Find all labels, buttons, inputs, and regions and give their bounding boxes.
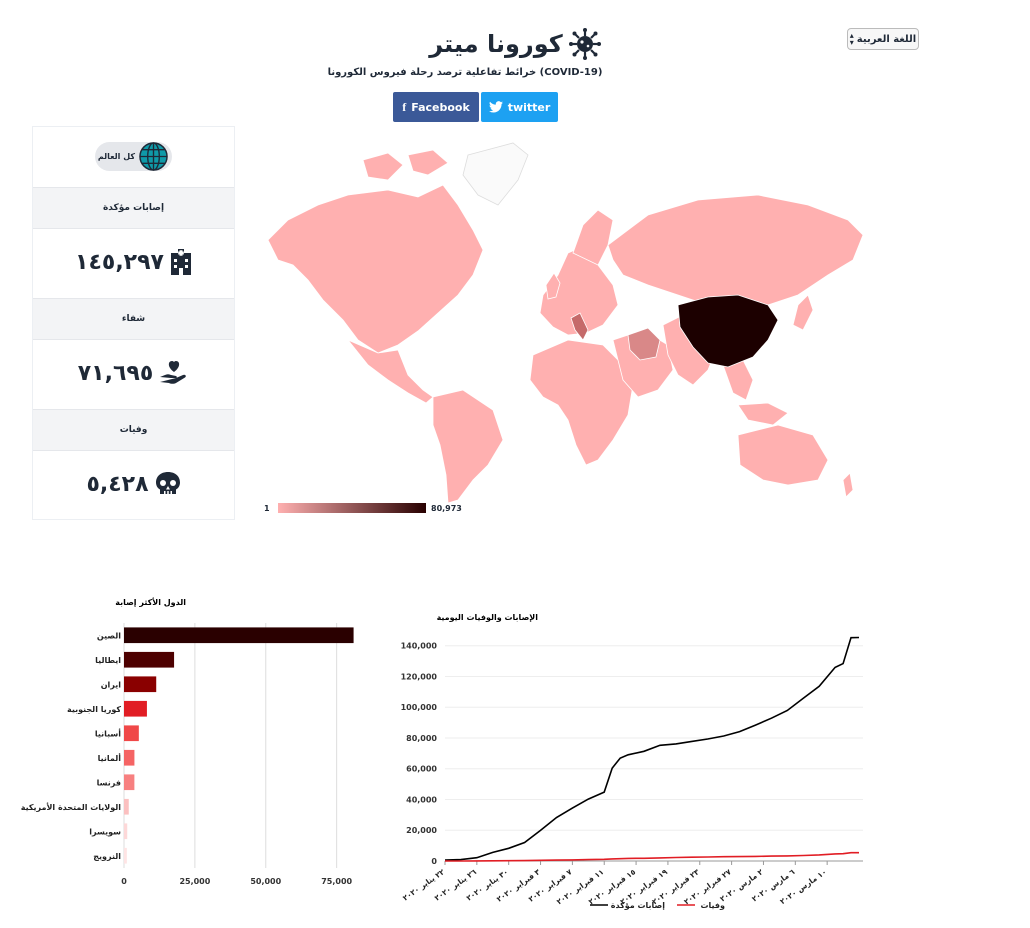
confirmed-stat: ١٤٥,٢٩٧	[33, 227, 234, 297]
facebook-button-label: Facebook	[411, 100, 470, 114]
bar-category-label: أسبانيا	[95, 728, 121, 738]
bar-x-tick-label: 50,000	[250, 877, 281, 886]
recovered-stat: ٧١,٦٩٥	[33, 338, 234, 408]
sort-arrows-icon: ▴ ▾	[849, 31, 854, 47]
bar[interactable]	[124, 774, 135, 791]
recovered-label: شفاء	[121, 314, 146, 324]
map-north-america	[268, 184, 484, 354]
line-y-tick-label: 60,000	[406, 765, 437, 774]
bar[interactable]	[124, 725, 139, 742]
line-y-tick-label: 40,000	[406, 795, 437, 804]
bar-category-label: ألمانيا	[98, 753, 122, 763]
bar-category-label: الصين	[97, 631, 121, 640]
line-y-tick-label: 140,000	[401, 642, 438, 651]
skull-icon	[155, 472, 180, 494]
line-y-tick-label: 80,000	[406, 734, 437, 743]
line-chart-title: الإصابات والوفيات اليومية	[437, 613, 539, 622]
world-map[interactable]	[268, 135, 863, 505]
facebook-share-button[interactable]: f Facebook	[393, 92, 479, 122]
page-title-wrap: كورونا ميتر	[330, 28, 700, 60]
map-japan	[792, 294, 814, 331]
bar-x-tick-label: 25,000	[179, 877, 210, 886]
line-series[interactable]	[444, 636, 860, 861]
twitter-icon	[488, 101, 503, 113]
facebook-icon: f	[402, 99, 407, 114]
map-south-america	[432, 389, 504, 504]
map-new-zealand	[842, 472, 854, 498]
bar-category-label: كوريا الجنوبية	[67, 705, 121, 714]
top-countries-bar-chart: الدول الأكثر إصابة 0 25,000 50,000 75,000 الص…	[21, 597, 354, 886]
bar-category-label: الولايات المتحدة الأمريكية	[21, 802, 121, 812]
bar-category-label: ايران	[101, 680, 122, 689]
confirmed-label: إصابات مؤكدة	[102, 203, 165, 213]
scope-label: كل العالم	[97, 152, 135, 161]
bar[interactable]	[124, 651, 175, 668]
map-legend-max: 80,973	[431, 504, 462, 513]
confirmed-header: إصابات مؤكدة	[33, 187, 234, 229]
bar[interactable]	[124, 798, 129, 815]
map-australia	[737, 424, 829, 486]
deaths-value: ٥,٤٢٨	[86, 471, 149, 497]
page-title: كورونا ميتر	[429, 30, 563, 58]
line-y-tick-label: 0	[431, 857, 437, 866]
map-russia	[607, 194, 863, 311]
bar-x-tick-label: 0	[121, 877, 127, 886]
line-y-tick-label: 20,000	[406, 826, 437, 835]
hospital-icon	[170, 249, 191, 275]
bar[interactable]	[124, 627, 354, 644]
map-legend-min: 1	[264, 504, 270, 513]
line-series[interactable]	[445, 851, 859, 862]
bar[interactable]	[124, 847, 127, 864]
bar-x-tick-label: 75,000	[321, 877, 352, 886]
bar-category-label: سويسرا	[89, 827, 121, 836]
legend-label[interactable]: إصابات مؤكدة	[611, 901, 666, 910]
bar-category-label: ايطاليا	[95, 656, 121, 665]
deaths-header: وفيات	[33, 409, 234, 451]
legend-label[interactable]: وفيات	[700, 901, 725, 910]
bar-chart-title: الدول الأكثر إصابة	[115, 597, 186, 607]
recovered-header: شفاء	[33, 298, 234, 340]
line-y-tick-label: 100,000	[401, 703, 438, 712]
heart-hand-icon	[160, 361, 187, 384]
deaths-label: وفيات	[119, 425, 148, 435]
twitter-button-label: twitter	[507, 100, 551, 114]
bar-category-label: النرويج	[93, 852, 121, 861]
page-subtitle: خرائط تفاعلية ترصد رحلة فيروس الكورونا (…	[327, 67, 603, 78]
language-select-label: اللغة العربية	[856, 33, 917, 45]
bar[interactable]	[124, 700, 147, 717]
daily-cases-line-chart: الإصابات والوفيات اليومية 0 20,000 40,000 60…	[401, 613, 863, 910]
bar[interactable]	[124, 749, 135, 766]
recovered-value: ٧١,٦٩٥	[77, 360, 154, 386]
bar[interactable]	[124, 676, 157, 693]
bar-category-label: فرنسا	[97, 778, 121, 787]
map-greenland	[462, 142, 529, 206]
confirmed-value: ١٤٥,٢٩٧	[75, 249, 164, 275]
globe-icon	[139, 142, 168, 171]
map-mexico	[347, 339, 434, 404]
virus-icon	[568, 28, 601, 60]
language-select[interactable]: ▴ ▾ اللغة العربية	[847, 28, 919, 50]
stats-card: كل العالم إصابات مؤكدة ١٤٥,٢٩٧ شفاء ٧١,٦…	[32, 126, 235, 520]
bar[interactable]	[124, 823, 128, 840]
map-legend-gradient	[278, 503, 426, 513]
line-y-tick-label: 120,000	[401, 672, 438, 681]
twitter-share-button[interactable]: twitter	[481, 92, 558, 122]
deaths-stat: ٥,٤٢٨	[33, 449, 234, 519]
map-arctic-islands	[362, 152, 404, 181]
scope-selector[interactable]: كل العالم	[95, 142, 172, 171]
